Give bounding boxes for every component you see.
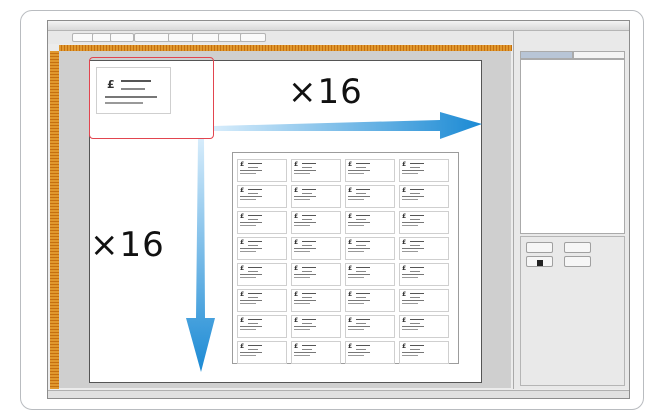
horizontal-arrow: [214, 112, 482, 139]
vertical-arrow: [186, 139, 215, 372]
horizontal-multiplier-label: ×16: [288, 72, 363, 112]
vertical-multiplier-label: ×16: [90, 225, 165, 265]
arrows-layer: [186, 112, 482, 372]
